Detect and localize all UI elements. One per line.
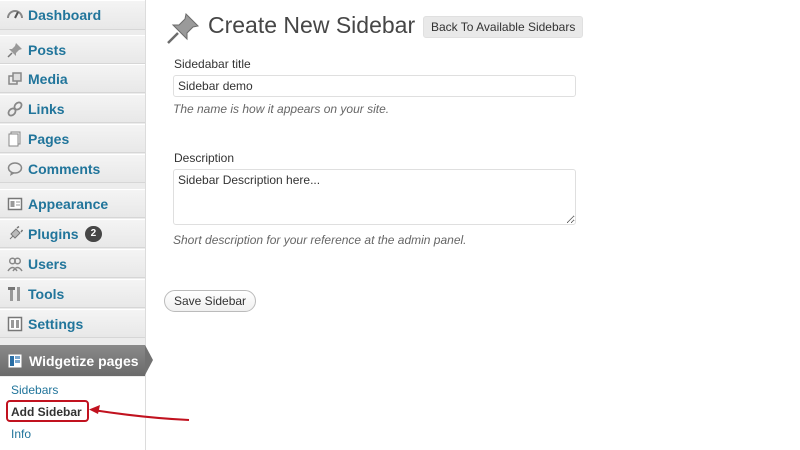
sidebar-item-label: Settings xyxy=(28,315,84,332)
sidebar-title-hint: The name is how it appears on your site. xyxy=(173,102,390,116)
sidebar-item-plugins[interactable]: Plugins 2 xyxy=(0,219,145,248)
sidebar-item-label: Pages xyxy=(28,130,70,147)
sidebar-item-users[interactable]: Users xyxy=(0,249,145,278)
annotation-highlight-box xyxy=(6,400,89,422)
sidebar-item-label: Posts xyxy=(28,41,67,58)
settings-icon xyxy=(6,315,24,333)
comment-icon xyxy=(6,160,24,178)
sidebar-item-label: Media xyxy=(28,70,68,87)
widgetize-icon xyxy=(6,352,24,370)
sidebar-item-label: Links xyxy=(28,100,65,117)
media-icon xyxy=(6,70,24,88)
submenu-item-sidebars[interactable]: Sidebars xyxy=(11,383,58,397)
pages-icon xyxy=(6,130,24,148)
submenu-item-info[interactable]: Info xyxy=(11,427,31,441)
sidebar-item-media[interactable]: Media xyxy=(0,64,145,93)
sidebar-item-tools[interactable]: Tools xyxy=(0,279,145,308)
sidebar-item-posts[interactable]: Posts xyxy=(0,35,145,64)
sidebar-item-label: Comments xyxy=(28,160,101,177)
pushpin-icon xyxy=(6,41,24,59)
sidebar-title-label: Sidedabar title xyxy=(174,57,251,71)
dashboard-icon xyxy=(6,6,24,24)
tools-icon xyxy=(6,285,24,303)
page-title: Create New Sidebar xyxy=(208,12,416,38)
sidebar-item-label: Appearance xyxy=(28,195,109,212)
sidebar-item-appearance[interactable]: Appearance xyxy=(0,189,145,218)
main-content: Create New Sidebar Back To Available Sid… xyxy=(146,0,800,450)
sidebar-item-label: Users xyxy=(28,255,67,272)
save-sidebar-button[interactable]: Save Sidebar xyxy=(164,290,257,312)
sidebar-item-label: Plugins xyxy=(28,225,79,242)
sidebar-item-dashboard[interactable]: Dashboard xyxy=(0,0,145,30)
sidebar-item-widgetize-pages[interactable]: Widgetize pages xyxy=(0,345,153,376)
description-textarea[interactable]: Sidebar Description here... xyxy=(173,169,576,225)
update-count-badge: 2 xyxy=(84,225,103,242)
sidebar-item-label: Dashboard xyxy=(28,7,102,23)
users-icon xyxy=(6,255,24,273)
description-hint: Short description for your reference at … xyxy=(173,233,467,247)
sidebar-item-links[interactable]: Links xyxy=(0,94,145,123)
sidebar-item-settings[interactable]: Settings xyxy=(0,309,145,338)
sidebar-item-label: Widgetize pages xyxy=(29,352,139,369)
sidebar-item-comments[interactable]: Comments xyxy=(0,154,145,183)
back-to-sidebars-button[interactable]: Back To Available Sidebars xyxy=(423,16,584,38)
link-icon xyxy=(6,100,24,118)
pushpin-icon xyxy=(166,12,200,49)
sidebar-item-label: Tools xyxy=(28,285,65,302)
menu-separator xyxy=(0,183,145,188)
plugin-icon xyxy=(6,225,24,243)
appearance-icon xyxy=(6,195,24,213)
description-label: Description xyxy=(174,151,235,165)
sidebar-title-input[interactable] xyxy=(173,75,576,97)
sidebar-item-pages[interactable]: Pages xyxy=(0,124,145,153)
